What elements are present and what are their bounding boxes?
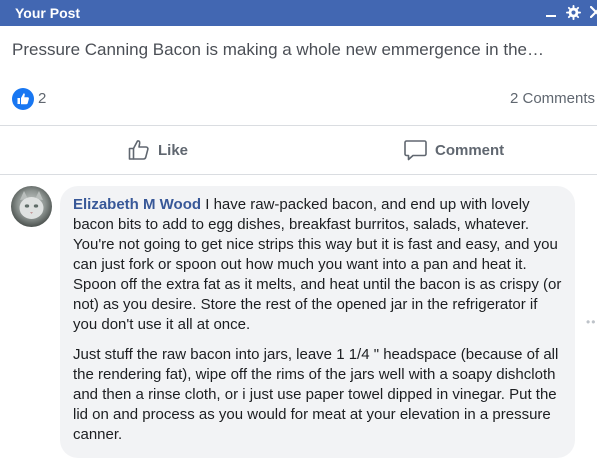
comment-label: Comment	[435, 141, 505, 159]
avatar[interactable]	[11, 186, 52, 227]
thumbs-up-icon	[128, 140, 149, 160]
like-icon[interactable]	[12, 88, 34, 110]
comment-count[interactable]: 2 Comments	[510, 90, 595, 108]
comment-button[interactable]: Comment	[403, 138, 504, 162]
like-label: Like	[158, 141, 189, 159]
minimize-icon[interactable]	[543, 3, 559, 21]
close-icon[interactable]	[588, 3, 597, 21]
like-button[interactable]: Like	[127, 138, 188, 162]
chat-header: Your Post	[0, 0, 597, 26]
comment-paragraph: Just stuff the raw bacon into jars, leav…	[73, 346, 559, 443]
comment-icon	[404, 140, 427, 161]
reaction-count[interactable]: 2	[38, 90, 46, 108]
comment-text: I have raw-packed bacon, and end up with…	[73, 196, 562, 333]
post-preview-text[interactable]: Pressure Canning Bacon is making a whole…	[12, 39, 592, 61]
divider	[0, 125, 597, 126]
comment-author[interactable]: Elizabeth M Wood	[73, 196, 201, 213]
divider	[0, 174, 597, 175]
comment-bubble: Elizabeth M Wood I have raw-packed bacon…	[60, 186, 575, 458]
header-title: Your Post	[15, 5, 81, 21]
comment-paragraph: Elizabeth M Wood I have raw-packed bacon…	[73, 195, 563, 335]
more-options-icon[interactable]: ••	[586, 316, 596, 328]
gear-icon[interactable]	[565, 3, 581, 21]
